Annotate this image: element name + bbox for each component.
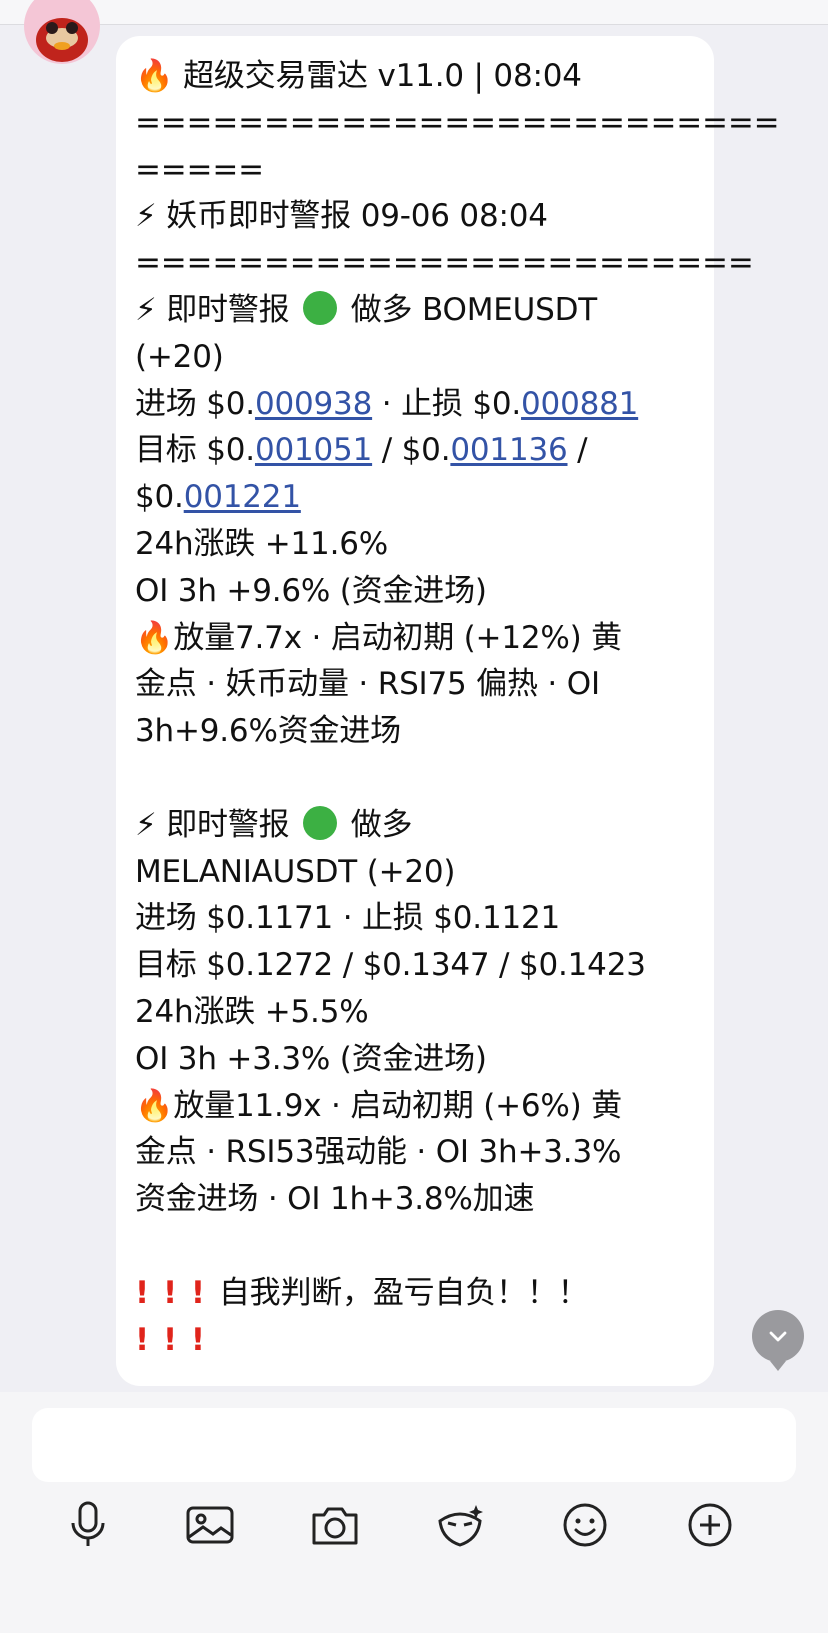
fire-icon: 🔥 — [135, 58, 174, 94]
target3-prefix: $0. — [135, 479, 184, 516]
target1-link[interactable]: 001051 — [255, 432, 372, 468]
change-24h-2: 24h涨跌 +5.5% — [135, 993, 369, 1030]
entry-label-1: 进场 $0. — [135, 385, 255, 422]
image-button[interactable] — [180, 1495, 240, 1555]
exclamation-icon: ! — [190, 1321, 205, 1358]
target2-link[interactable]: 001136 — [450, 432, 567, 468]
input-toolbar — [0, 1495, 828, 1559]
image-icon — [186, 1506, 234, 1544]
signal-2c: 资金进场 · OI 1h+3.8%加速 — [135, 1181, 535, 1218]
exclamation-icon: ! — [190, 1274, 205, 1311]
fire-icon: 🔥 — [135, 1087, 174, 1124]
sticker-icon — [438, 1505, 483, 1547]
alert-header: 妖币即时警报 09-06 08:04 — [166, 198, 548, 235]
plus-icon — [688, 1503, 732, 1547]
scroll-to-bottom-button[interactable] — [752, 1310, 804, 1371]
oi-2: OI 3h +3.3% (资金进场) — [135, 1040, 487, 1077]
chevron-down-icon — [769, 1331, 787, 1342]
target-sep-2: / — [567, 432, 588, 469]
mic-icon — [71, 1501, 105, 1546]
camera-icon — [312, 1507, 358, 1545]
fire-icon: 🔥 — [135, 619, 174, 656]
signal-1c: 3h+9.6%资金进场 — [135, 713, 401, 750]
exclamation-icon: ! — [135, 1321, 149, 1358]
entry-price-link[interactable]: 000938 — [255, 386, 372, 422]
separator-line-wrap: ===== — [135, 151, 264, 188]
target3-link[interactable]: 001221 — [184, 479, 301, 515]
leverage-1: (+20) — [135, 338, 224, 375]
alert-symbol-1: 做多 BOMEUSDT — [350, 291, 598, 328]
signal-1b: 金点 · 妖币动量 · RSI75 偏热 · OI — [135, 666, 600, 703]
message-text: 🔥 超级交易雷达 v11.0 | 08:04 =================… — [135, 53, 780, 1363]
camera-button[interactable] — [305, 1495, 365, 1555]
bolt-icon: ⚡ — [135, 291, 157, 328]
alert-symbol-2: MELANIAUSDT (+20) — [135, 853, 456, 890]
separator-line: ========================= — [135, 104, 780, 141]
top-bar — [0, 0, 828, 25]
message-input[interactable] — [32, 1408, 796, 1482]
target-sep-1: / $0. — [372, 432, 451, 469]
alert-label-2: 即时警报 — [166, 806, 290, 843]
change-24h-1: 24h涨跌 +11.6% — [135, 525, 389, 562]
msg-title: 超级交易雷达 v11.0 | 08:04 — [183, 58, 582, 94]
exclamation-icon: ! — [162, 1274, 177, 1311]
disclaimer: 自我判断，盈亏自负！！！ — [218, 1274, 589, 1311]
emoji-button[interactable] — [555, 1495, 615, 1555]
bolt-icon: ⚡ — [135, 198, 157, 235]
stop-label-1: · 止损 $0. — [372, 385, 522, 422]
green-circle-icon — [303, 290, 338, 325]
alert-label-1: 即时警报 — [166, 291, 290, 328]
mic-button[interactable] — [58, 1495, 118, 1555]
signal-2b: 金点 · RSI53强动能 · OI 3h+3.3% — [135, 1134, 622, 1171]
bolt-icon: ⚡ — [135, 806, 157, 843]
sticker-button[interactable] — [430, 1495, 490, 1555]
targets-2: 目标 $0.1272 / $0.1347 / $0.1423 — [135, 947, 646, 984]
alert-direction-2: 做多 — [350, 806, 413, 843]
plus-button[interactable] — [680, 1495, 740, 1555]
emoji-icon — [563, 1503, 607, 1547]
separator-line-2: ======================== — [135, 245, 754, 282]
exclamation-icon: ! — [135, 1274, 149, 1311]
signal-2a: 放量11.9x · 启动初期 (+6%) 黄 — [173, 1087, 622, 1124]
signal-1a: 放量7.7x · 启动初期 (+12%) 黄 — [173, 619, 622, 656]
exclamation-icon: ! — [162, 1321, 177, 1358]
target-label-1: 目标 $0. — [135, 432, 255, 469]
green-circle-icon — [303, 805, 338, 840]
sender-avatar[interactable] — [24, 0, 100, 64]
stop-price-link[interactable]: 000881 — [521, 386, 638, 422]
oi-1: OI 3h +9.6% (资金进场) — [135, 572, 487, 609]
entry-stop-2: 进场 $0.1171 · 止损 $0.1121 — [135, 900, 561, 937]
